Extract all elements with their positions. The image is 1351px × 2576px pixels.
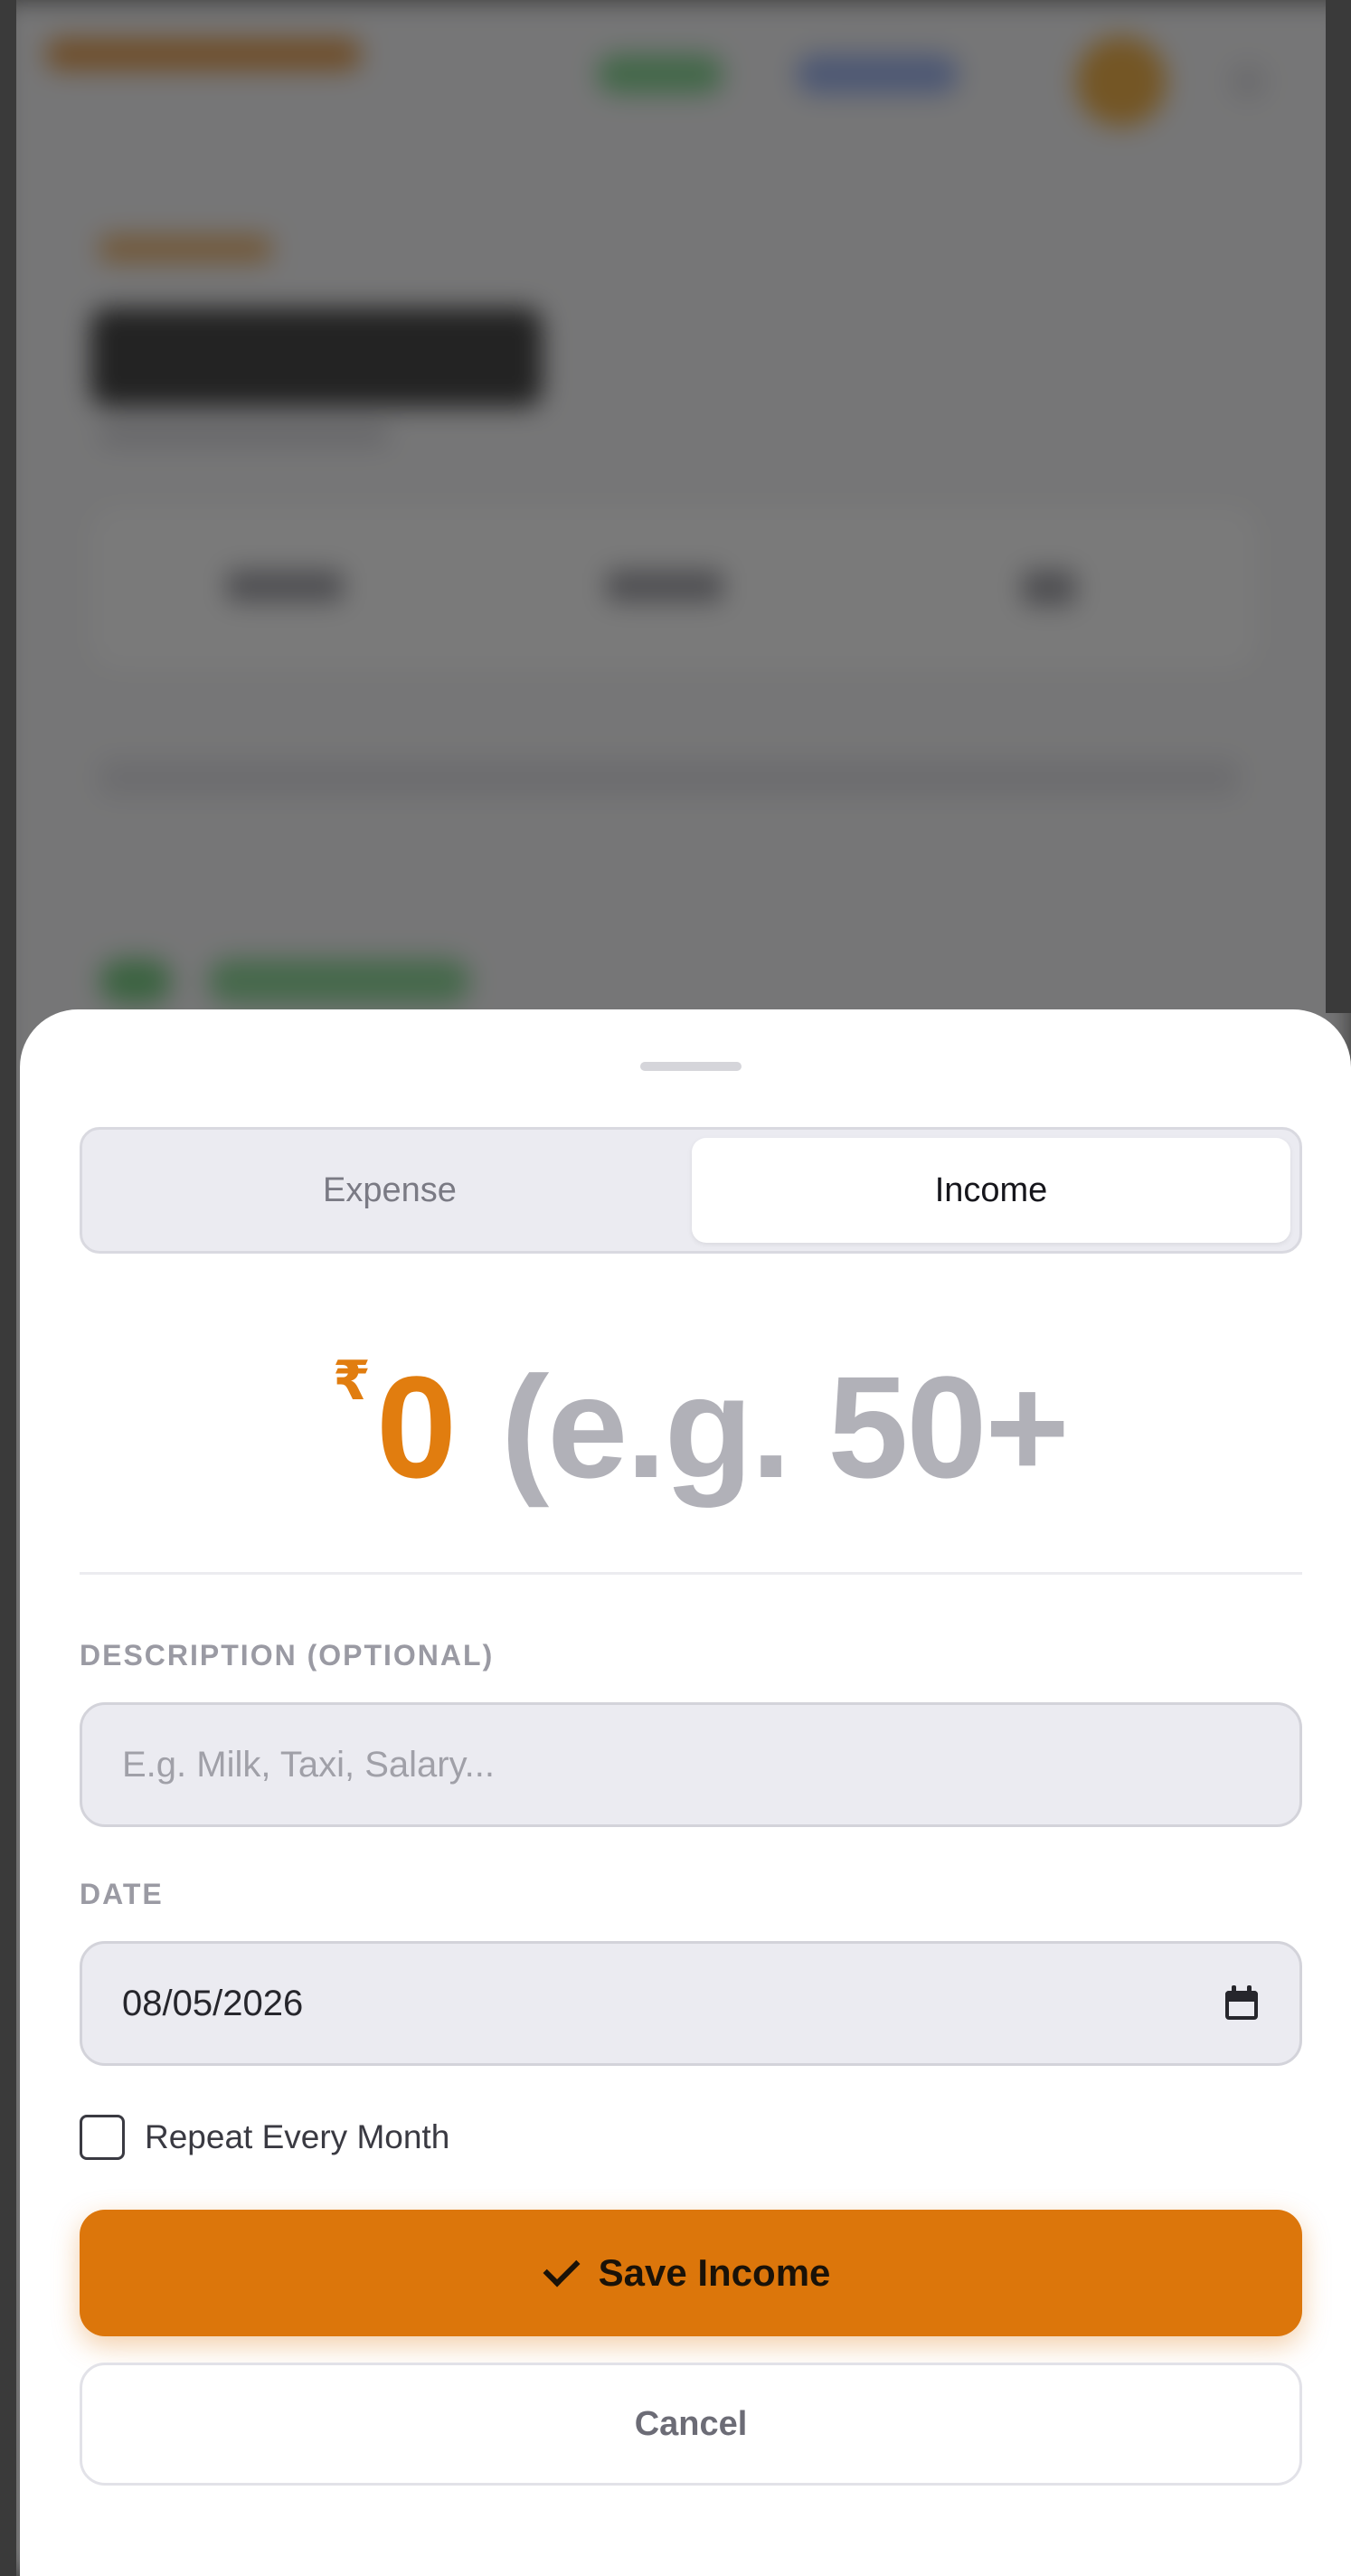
- tab-income[interactable]: Income: [692, 1138, 1290, 1243]
- date-label: DATE: [80, 1878, 164, 1910]
- type-segmented-control: Expense Income: [80, 1127, 1302, 1254]
- divider: [80, 1572, 1302, 1575]
- amount-value: 0: [376, 1346, 457, 1508]
- sheet-grabber[interactable]: [640, 1062, 742, 1071]
- repeat-label: Repeat Every Month: [145, 2118, 450, 2155]
- description-label: DESCRIPTION (OPTIONAL): [80, 1639, 495, 1672]
- description-placeholder: E.g. Milk, Taxi, Salary...: [122, 1744, 495, 1785]
- description-input[interactable]: E.g. Milk, Taxi, Salary...: [80, 1702, 1302, 1827]
- screen-edge: [1326, 0, 1351, 1013]
- add-transaction-sheet: Expense Income ₹ 0 (e.g. 50+ DESCRIPTION…: [20, 1009, 1351, 2576]
- calendar-icon[interactable]: [1223, 1985, 1260, 2022]
- screen-edge: [0, 0, 16, 2576]
- save-button-label: Save Income: [598, 2251, 831, 2294]
- repeat-option[interactable]: Repeat Every Month: [80, 2115, 449, 2160]
- amount-input[interactable]: ₹ 0 (e.g. 50+: [20, 1335, 1351, 1507]
- repeat-checkbox[interactable]: [80, 2115, 125, 2160]
- date-input[interactable]: 08/05/2026: [80, 1941, 1302, 2066]
- date-value: 08/05/2026: [122, 1983, 304, 2023]
- rupee-icon: ₹: [333, 1350, 371, 1411]
- cancel-button[interactable]: Cancel: [80, 2363, 1302, 2486]
- amount-placeholder: (e.g. 50+: [501, 1346, 1070, 1508]
- tab-expense[interactable]: Expense: [90, 1138, 689, 1243]
- checkmark-icon: [543, 2249, 581, 2287]
- save-income-button[interactable]: Save Income: [80, 2210, 1302, 2336]
